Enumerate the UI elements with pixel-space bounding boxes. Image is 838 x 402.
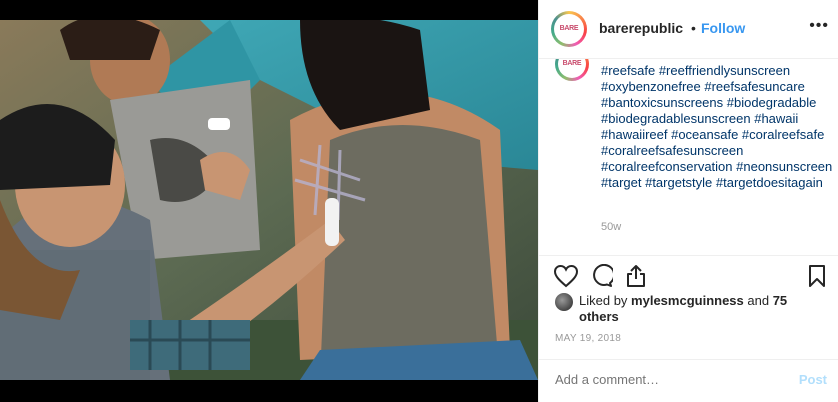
follow-button[interactable]: Follow	[701, 20, 745, 36]
liked-by-avatar[interactable]	[555, 293, 573, 311]
profile-avatar[interactable]: BARE	[551, 11, 587, 47]
liked-user-link[interactable]: mylesmcguinness	[631, 293, 744, 308]
post-header: BARE barerepublic • Follow •••	[539, 0, 838, 59]
post-comment-button[interactable]: Post	[799, 372, 827, 387]
bookmark-icon[interactable]	[807, 264, 827, 293]
post-photo[interactable]	[0, 20, 538, 380]
caption-area: BARE #reefsafe #reeffriendlysunscreen #o…	[539, 59, 838, 255]
caption-avatar[interactable]: BARE	[555, 59, 589, 81]
avatar-logo: BARE	[559, 24, 579, 32]
liked-middle: and	[743, 293, 773, 308]
post-actions: Liked by mylesmcguinness and 75 others M…	[539, 255, 838, 401]
liked-prefix: Liked by	[579, 293, 632, 308]
heart-icon-svg	[553, 264, 579, 288]
comment-box: Post	[539, 359, 838, 402]
share-icon-svg	[627, 265, 645, 287]
post-date[interactable]: MAY 19, 2018	[555, 333, 621, 344]
username-link[interactable]: barerepublic	[599, 20, 683, 36]
avatar-logo: BARE	[562, 59, 582, 67]
share-icon[interactable]	[625, 264, 647, 293]
comment-icon-svg	[593, 263, 616, 287]
liked-by-text: Liked by mylesmcguinness and 75 others	[579, 293, 819, 325]
post-photo-illustration	[0, 20, 538, 380]
separator-dot: •	[691, 20, 696, 36]
post-image-area	[0, 0, 538, 402]
more-options-icon[interactable]: •••	[809, 17, 829, 35]
bookmark-icon-svg	[809, 265, 825, 287]
heart-icon[interactable]	[553, 264, 579, 293]
post-side-panel: BARE barerepublic • Follow ••• BARE #ree…	[538, 0, 838, 402]
comment-input[interactable]	[555, 372, 775, 387]
caption-hashtags[interactable]: #reefsafe #reeffriendlysunscreen #oxyben…	[601, 63, 833, 191]
post-time-ago: 50w	[601, 221, 622, 233]
comment-icon[interactable]	[589, 263, 616, 293]
